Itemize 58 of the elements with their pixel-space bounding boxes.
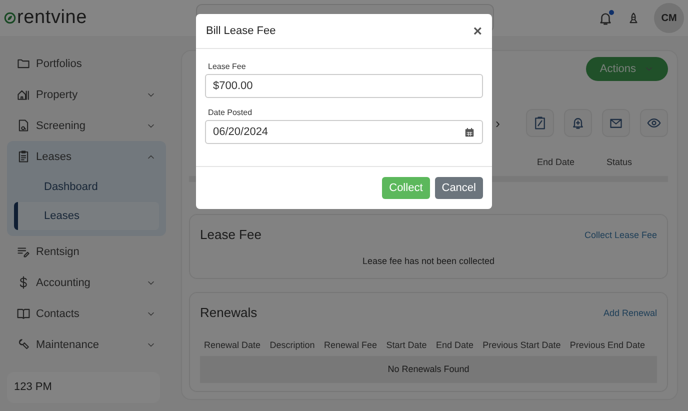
sidebar-item[interactable]: Portfolios — [7, 48, 166, 79]
toolbar-button[interactable] — [602, 109, 630, 137]
sidebar-item[interactable]: Maintenance — [7, 329, 166, 360]
mail-icon — [609, 116, 623, 130]
section-title: Lease Fee — [200, 227, 262, 242]
user-avatar[interactable]: CM — [654, 3, 684, 33]
date-field[interactable]: 06/20/2024 — [205, 120, 483, 144]
sidebar-item[interactable]: Screening — [7, 110, 166, 141]
collect-button[interactable]: Collect — [382, 177, 430, 199]
status-message: Lease fee has not been collected — [361, 255, 496, 268]
collect-lease-fee-link[interactable]: Collect Lease Fee — [584, 230, 657, 240]
eye-icon — [647, 116, 661, 130]
toolbar-button[interactable] — [564, 109, 592, 137]
section-title: Renewals — [200, 305, 258, 320]
sidebar-item[interactable]: Property — [7, 79, 166, 110]
sidebar-subitem[interactable]: Dashboard — [14, 173, 159, 201]
cancel-button[interactable]: Cancel — [434, 177, 483, 199]
column-header: Previous Start Date — [482, 340, 561, 350]
sidebar-item[interactable]: Rentsign — [7, 236, 166, 267]
bell-icon — [598, 10, 613, 26]
sidebar-subitem[interactable]: Leases — [14, 202, 159, 230]
pen-lines-icon — [17, 245, 30, 258]
column-header: End Date — [536, 157, 574, 167]
column-header: Renewal Fee — [324, 340, 377, 350]
document-search-icon — [17, 119, 30, 132]
location-card[interactable]: 123 PM — [7, 372, 160, 403]
column-header: Renewal Date — [204, 340, 261, 350]
column-header: Description — [270, 340, 315, 350]
column-header: Status — [606, 157, 632, 167]
input-field[interactable]: $700.00 — [205, 74, 483, 98]
book-icon — [17, 307, 30, 320]
field-label: Date Posted — [208, 108, 254, 117]
add-renewal-link[interactable]: Add Renewal — [603, 308, 657, 318]
toolbar-button[interactable] — [526, 109, 554, 137]
column-header: End Date — [436, 340, 474, 350]
modal-title: Bill Lease Fee — [206, 25, 276, 37]
next-arrow[interactable]: › — [495, 115, 500, 131]
bell-plus-icon — [571, 116, 585, 130]
calendar-icon — [464, 126, 475, 138]
column-header: Start Date — [386, 340, 427, 350]
sidebar-item[interactable]: Contacts — [7, 298, 166, 329]
sidebar-item[interactable]: Leases — [7, 141, 166, 172]
toolbar-button[interactable] — [640, 109, 668, 137]
leaf-icon — [4, 12, 16, 24]
sidebar-item[interactable]: Accounting — [7, 267, 166, 298]
logo-wordmark: rentvine — [17, 7, 87, 29]
close-button[interactable]: × — [471, 24, 484, 38]
folder-icon — [17, 57, 30, 70]
clipboard-icon — [17, 150, 30, 163]
empty-table-message: No Renewals Found — [200, 356, 657, 383]
house-icon — [17, 88, 30, 101]
rocket-icon — [627, 12, 640, 24]
column-header: Previous End Date — [570, 340, 645, 350]
field-label: Lease Fee — [208, 62, 247, 71]
dollar-icon — [17, 276, 30, 289]
wrench-icon — [17, 338, 30, 351]
actions-button[interactable]: Actions — [586, 57, 668, 81]
edit-icon — [533, 116, 547, 130]
